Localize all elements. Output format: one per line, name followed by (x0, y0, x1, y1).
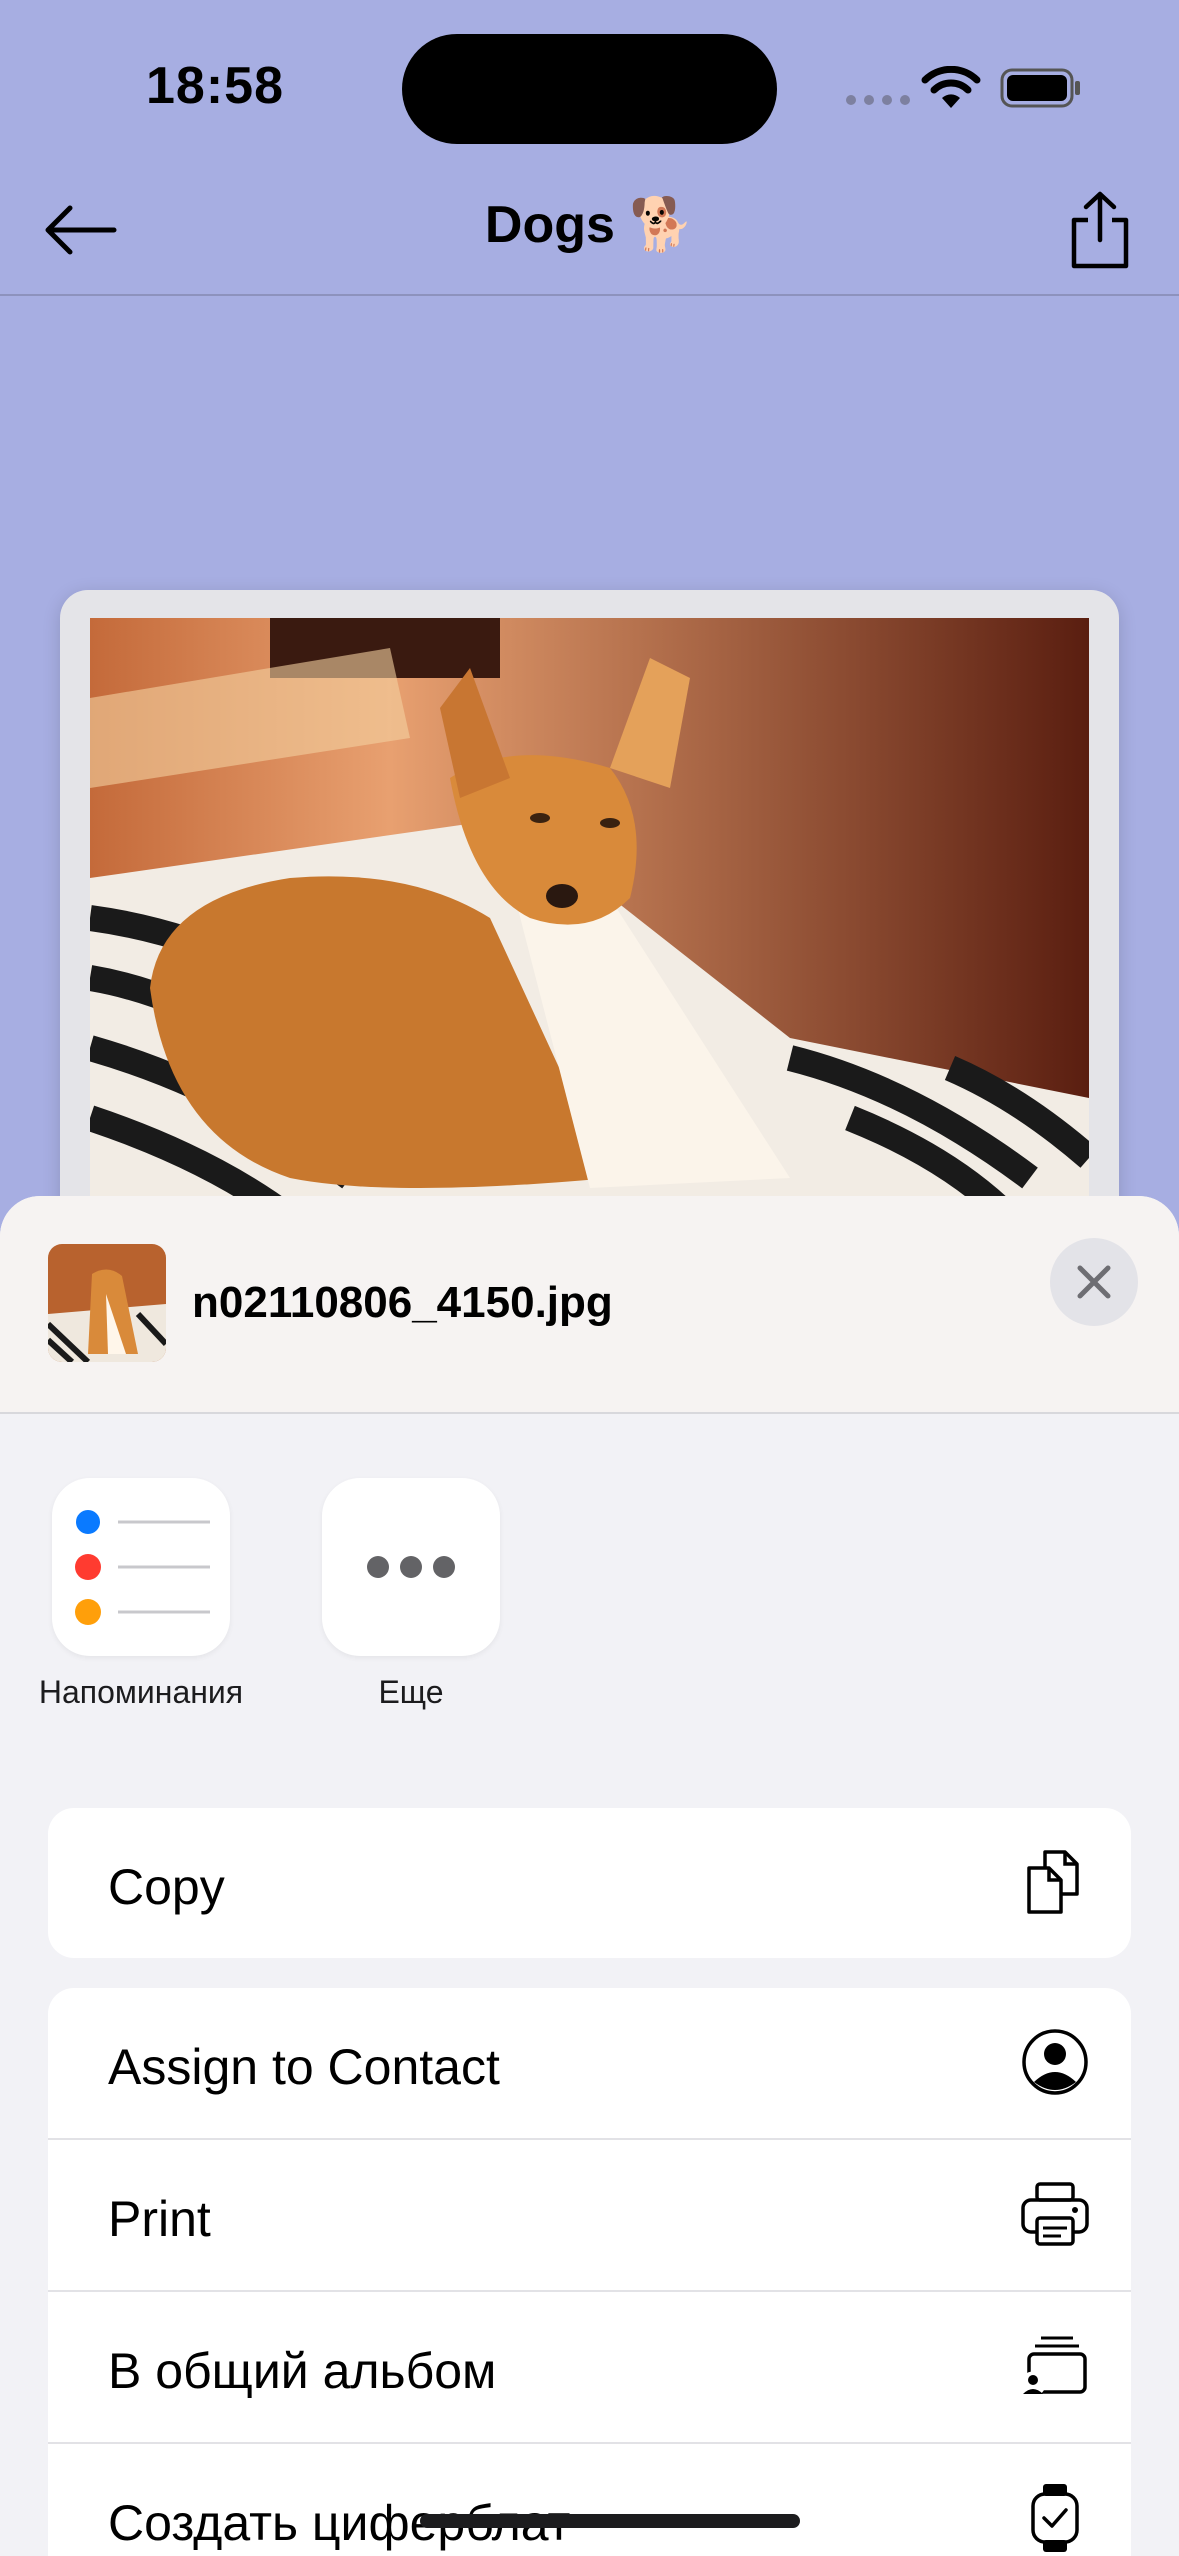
share-icon[interactable] (1064, 190, 1136, 270)
reminders-app-button[interactable] (52, 1478, 230, 1656)
contact-icon (1022, 2029, 1088, 2095)
actions-group-secondary: Assign to Contact Print В общий альбом С… (48, 1988, 1131, 2556)
copy-action-label: Copy (108, 1859, 225, 1915)
actions-group-primary: Copy (48, 1808, 1131, 1958)
printer-icon (1021, 2182, 1089, 2246)
share-sheet: n02110806_4150.jpg Напоминания Еще Copy … (0, 1196, 1179, 2556)
more-icon (367, 1556, 455, 1578)
status-time: 18:58 (146, 57, 284, 115)
create-watch-face-action[interactable]: Создать циферблат (48, 2444, 1131, 2556)
photo-card (60, 590, 1119, 1230)
reminders-app-label: Напоминания (38, 1674, 244, 1710)
print-label: Print (108, 2191, 211, 2247)
reminders-icon (74, 1508, 210, 1625)
print-action[interactable]: Print (48, 2140, 1131, 2292)
shared-album-action[interactable]: В общий альбом (48, 2292, 1131, 2444)
file-thumbnail (48, 1244, 166, 1362)
copy-icon (1027, 1850, 1079, 1914)
cellular-signal-icon (846, 95, 910, 105)
navigation-bar: Dogs 🐕 (0, 160, 1179, 296)
dynamic-island (402, 34, 777, 144)
dog-photo (90, 618, 1089, 1218)
share-sheet-header: n02110806_4150.jpg (0, 1196, 1179, 1414)
shared-album-icon (1020, 2336, 1087, 2397)
more-apps-label: Еще (378, 1674, 444, 1710)
file-name: n02110806_4150.jpg (192, 1278, 613, 1327)
page-title: Dogs 🐕 (484, 196, 695, 254)
close-button[interactable] (1050, 1238, 1138, 1326)
assign-to-contact-label: Assign to Contact (108, 2039, 500, 2095)
assign-to-contact-action[interactable]: Assign to Contact (48, 1988, 1131, 2140)
wifi-icon (921, 66, 981, 108)
shared-album-label: В общий альбом (108, 2343, 497, 2399)
watch-icon (1031, 2484, 1079, 2552)
copy-action[interactable]: Copy (48, 1808, 1131, 1958)
battery-icon (1000, 68, 1080, 108)
home-indicator[interactable] (420, 2514, 800, 2528)
close-icon (1077, 1265, 1111, 1299)
more-apps-button[interactable] (322, 1478, 500, 1656)
